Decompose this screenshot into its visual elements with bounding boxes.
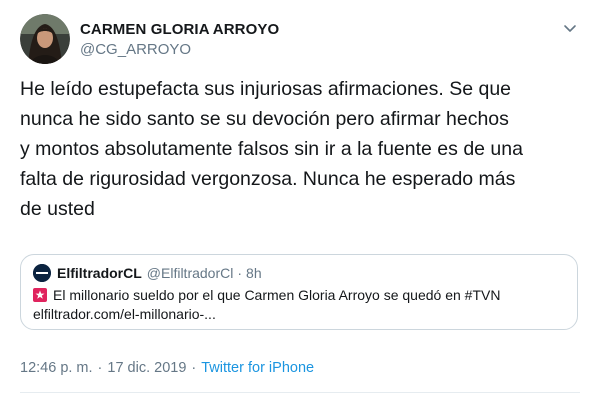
footer-divider (20, 392, 580, 393)
tweet-source-link[interactable]: Twitter for iPhone (201, 360, 314, 376)
author-display-name[interactable]: CARMEN GLORIA ARROYO (80, 20, 279, 40)
quoted-tweet-headline-row: El millonario sueldo por el que Carmen G… (33, 286, 500, 304)
author-avatar[interactable] (20, 14, 70, 64)
quoted-separator: · (237, 265, 243, 281)
quoted-time: 8h (246, 265, 262, 281)
red-marker-icon (33, 288, 47, 302)
tweet-card: CARMEN GLORIA ARROYO @CG_ARROYO He leído… (0, 0, 600, 400)
tweet-text: He leído estupefacta sus injuriosas afir… (20, 78, 523, 220)
tweet-date[interactable]: 17 dic. 2019 (107, 360, 186, 376)
quoted-tweet-header: ElfiltradorCL @ElfiltradorCl · 8h (33, 264, 262, 282)
profile-photo-icon (20, 14, 70, 64)
elfiltrador-logo-icon (33, 264, 51, 282)
footer-separator: · (97, 360, 103, 376)
author-info: CARMEN GLORIA ARROYO @CG_ARROYO (80, 20, 279, 60)
tweet-footer: 12:46 p. m. · 17 dic. 2019 · Twitter for iPh… (20, 358, 314, 378)
footer-separator-2: · (191, 360, 197, 376)
quoted-tweet-link[interactable]: elfiltrador.com/el-millonario-... (33, 305, 216, 323)
quoted-author-handle: @ElfiltradorCl (146, 265, 234, 281)
chevron-down-icon[interactable] (560, 18, 580, 38)
quoted-author-name: ElfiltradorCL (57, 265, 142, 281)
quoted-tweet-card[interactable]: ElfiltradorCL @ElfiltradorCl · 8h El mil… (20, 254, 578, 330)
quoted-author-avatar (33, 264, 51, 282)
tweet-time[interactable]: 12:46 p. m. (20, 360, 93, 376)
author-handle[interactable]: @CG_ARROYO (80, 40, 279, 60)
quoted-tweet-headline: El millonario sueldo por el que Carmen G… (53, 287, 501, 303)
